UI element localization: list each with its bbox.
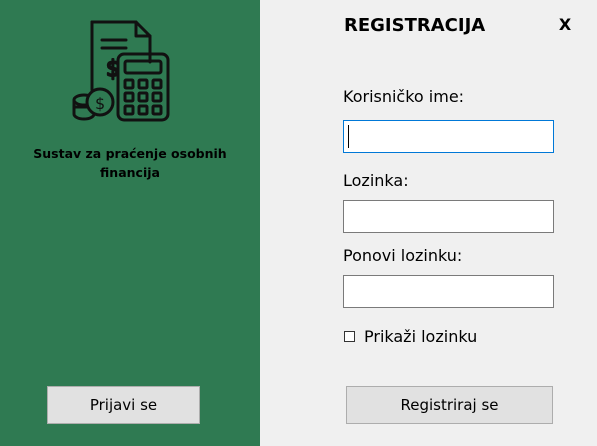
register-button[interactable]: Registriraj se [346, 386, 553, 424]
show-password-label[interactable]: Prikaži lozinku [364, 327, 477, 346]
finance-calculator-icon: $ $ [72, 20, 170, 122]
username-input[interactable] [343, 120, 554, 153]
login-button[interactable]: Prijavi se [47, 386, 200, 424]
show-password-row[interactable]: Prikaži lozinku [344, 327, 477, 346]
svg-text:$: $ [95, 94, 105, 113]
repeat-password-label: Ponovi lozinku: [343, 246, 463, 265]
left-panel: $ $ Sustav za praćenje osobnih financija… [0, 0, 260, 446]
show-password-checkbox[interactable] [344, 331, 355, 342]
password-input[interactable] [343, 200, 554, 233]
app-name: Sustav za praćenje osobnih financija [33, 146, 227, 180]
repeat-password-input[interactable] [343, 275, 554, 308]
password-label: Lozinka: [343, 171, 409, 190]
close-button[interactable]: X [556, 13, 574, 35]
username-label: Korisničko ime: [343, 87, 465, 106]
text-caret [348, 125, 349, 148]
form-title: REGISTRACIJA [344, 15, 486, 36]
